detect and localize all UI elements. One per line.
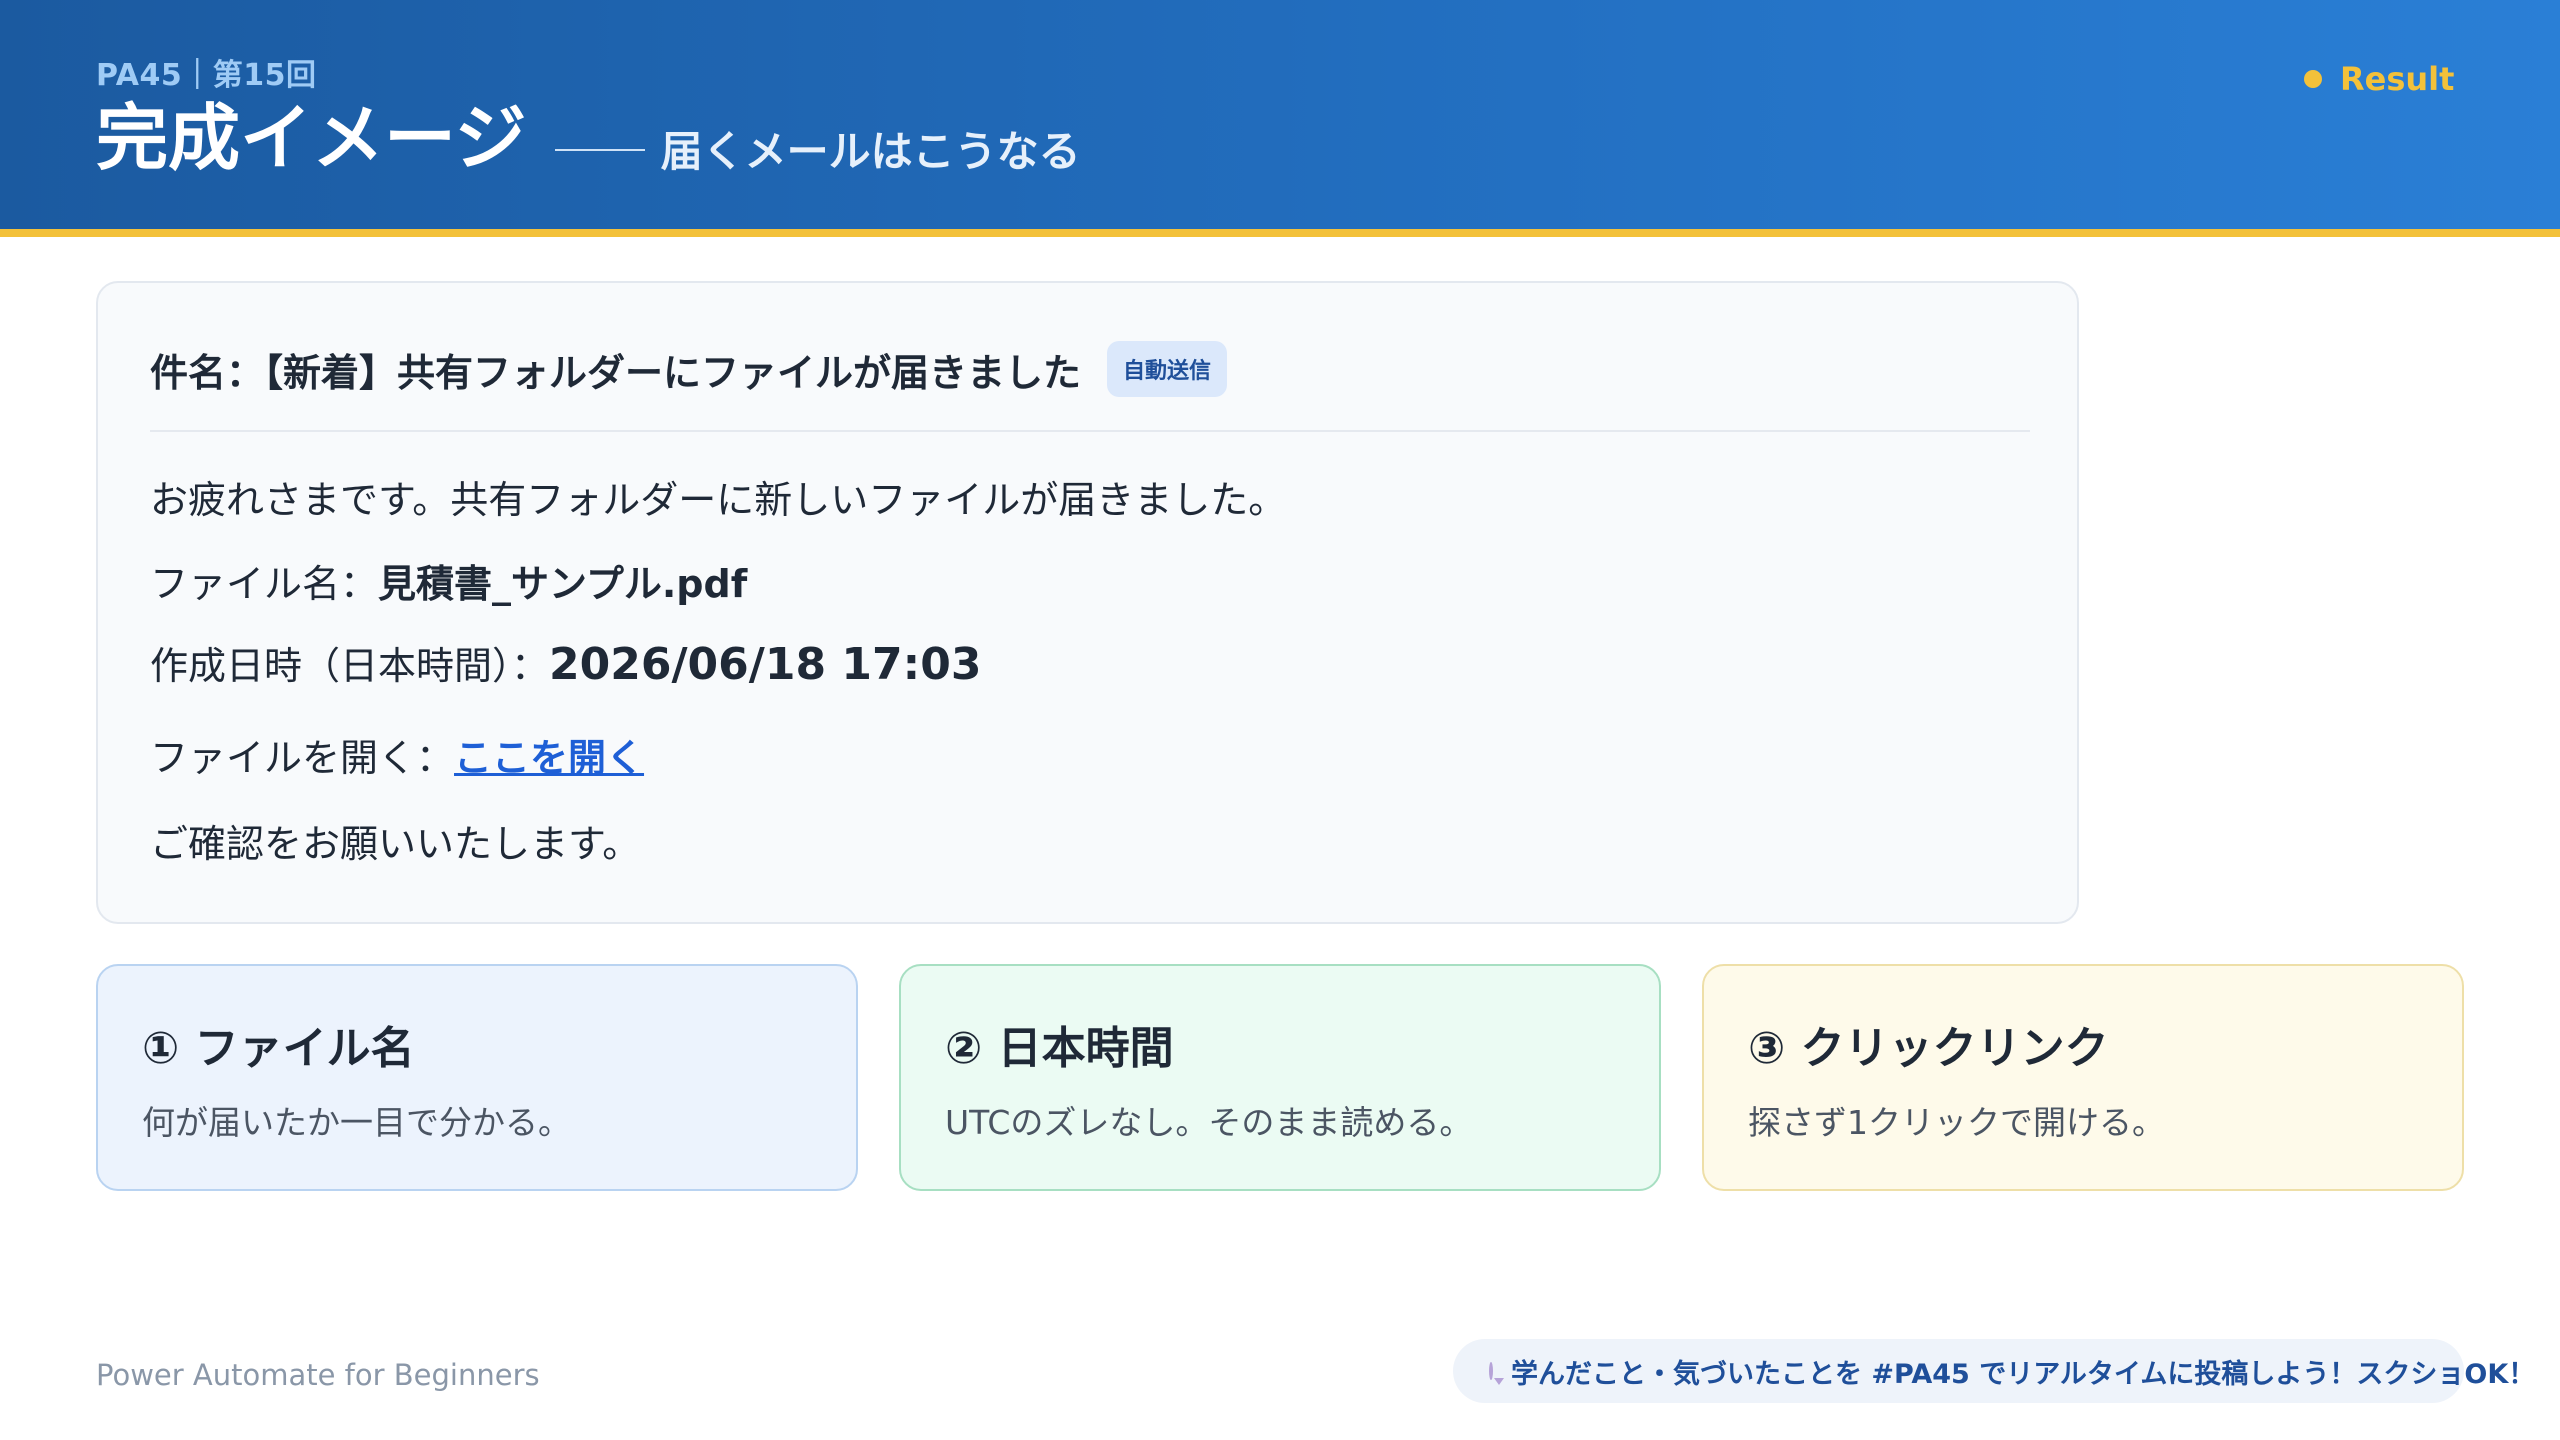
result-dot-icon: [2304, 70, 2322, 88]
title-row: 完成イメージ 届くメールはこうなる: [96, 98, 1081, 179]
footer-share-text: 学んだこと・気づいたことを #PA45 でリアルタイムに投稿しよう！スクショOK…: [1511, 1358, 2536, 1390]
session-label: PA45｜第15回: [96, 58, 317, 93]
page-subtitle: 届くメールはこうなる: [660, 127, 1081, 176]
point-desc: 何が届いたか一目で分かる。: [142, 1103, 571, 1142]
point-title: ③ クリックリンク: [1748, 1023, 2109, 1074]
mail-subject: 件名：【新着】共有フォルダーにファイルが届きました: [150, 350, 1082, 395]
mail-preview-card: 件名：【新着】共有フォルダーにファイルが届きました 自動送信 お疲れさまです。共…: [96, 281, 2079, 924]
footer-brand: Power Automate for Beginners: [96, 1358, 540, 1392]
speech-bubble-icon: [1489, 1362, 1504, 1385]
time-value: 2026/06/18 17:03: [549, 639, 982, 690]
page-title: 完成イメージ: [96, 95, 527, 180]
mail-subject-row: 件名：【新着】共有フォルダーにファイルが届きました 自動送信: [150, 341, 1228, 397]
title-dash: [554, 148, 645, 151]
mail-time-line: 作成日時（日本時間）：2026/06/18 17:03: [150, 635, 981, 690]
mail-closing: ご確認をお願いいたします。: [150, 822, 641, 866]
open-file-link[interactable]: ここを開く: [454, 736, 644, 780]
mail-divider: [150, 430, 2030, 432]
header-accent-bar: [0, 229, 2560, 237]
point-desc: UTCのズレなし。そのまま読める。: [945, 1103, 1473, 1142]
result-label: Result: [2340, 60, 2455, 98]
file-label: ファイル名：: [150, 562, 379, 606]
point-card-link: ③ クリックリンク 探さず1クリックで開ける。: [1702, 964, 2464, 1191]
point-card-filename: ① ファイル名 何が届いたか一目で分かる。: [96, 964, 858, 1191]
point-title: ② 日本時間: [945, 1023, 1174, 1074]
point-desc: 探さず1クリックで開ける。: [1748, 1103, 2165, 1142]
footer-share-pill: 学んだこと・気づいたことを #PA45 でリアルタイムに投稿しよう！スクショOK…: [1453, 1339, 2535, 1403]
mail-open-line: ファイルを開く：ここを開く: [150, 727, 644, 782]
slide-header: PA45｜第15回 完成イメージ 届くメールはこうなる Result: [0, 0, 2560, 229]
result-badge: Result: [2304, 60, 2454, 98]
auto-send-badge: 自動送信: [1107, 341, 1228, 397]
file-value: 見積書_サンプル.pdf: [378, 562, 748, 606]
mail-file-line: ファイル名：見積書_サンプル.pdf: [150, 553, 747, 608]
point-title: ① ファイル名: [142, 1023, 415, 1074]
open-label: ファイルを開く：: [150, 736, 455, 780]
time-label: 作成日時（日本時間）：: [150, 644, 550, 688]
point-card-jst: ② 日本時間 UTCのズレなし。そのまま読める。: [899, 964, 1661, 1191]
mail-greeting: お疲れさまです。共有フォルダーに新しいファイルが届きました。: [150, 478, 1287, 522]
